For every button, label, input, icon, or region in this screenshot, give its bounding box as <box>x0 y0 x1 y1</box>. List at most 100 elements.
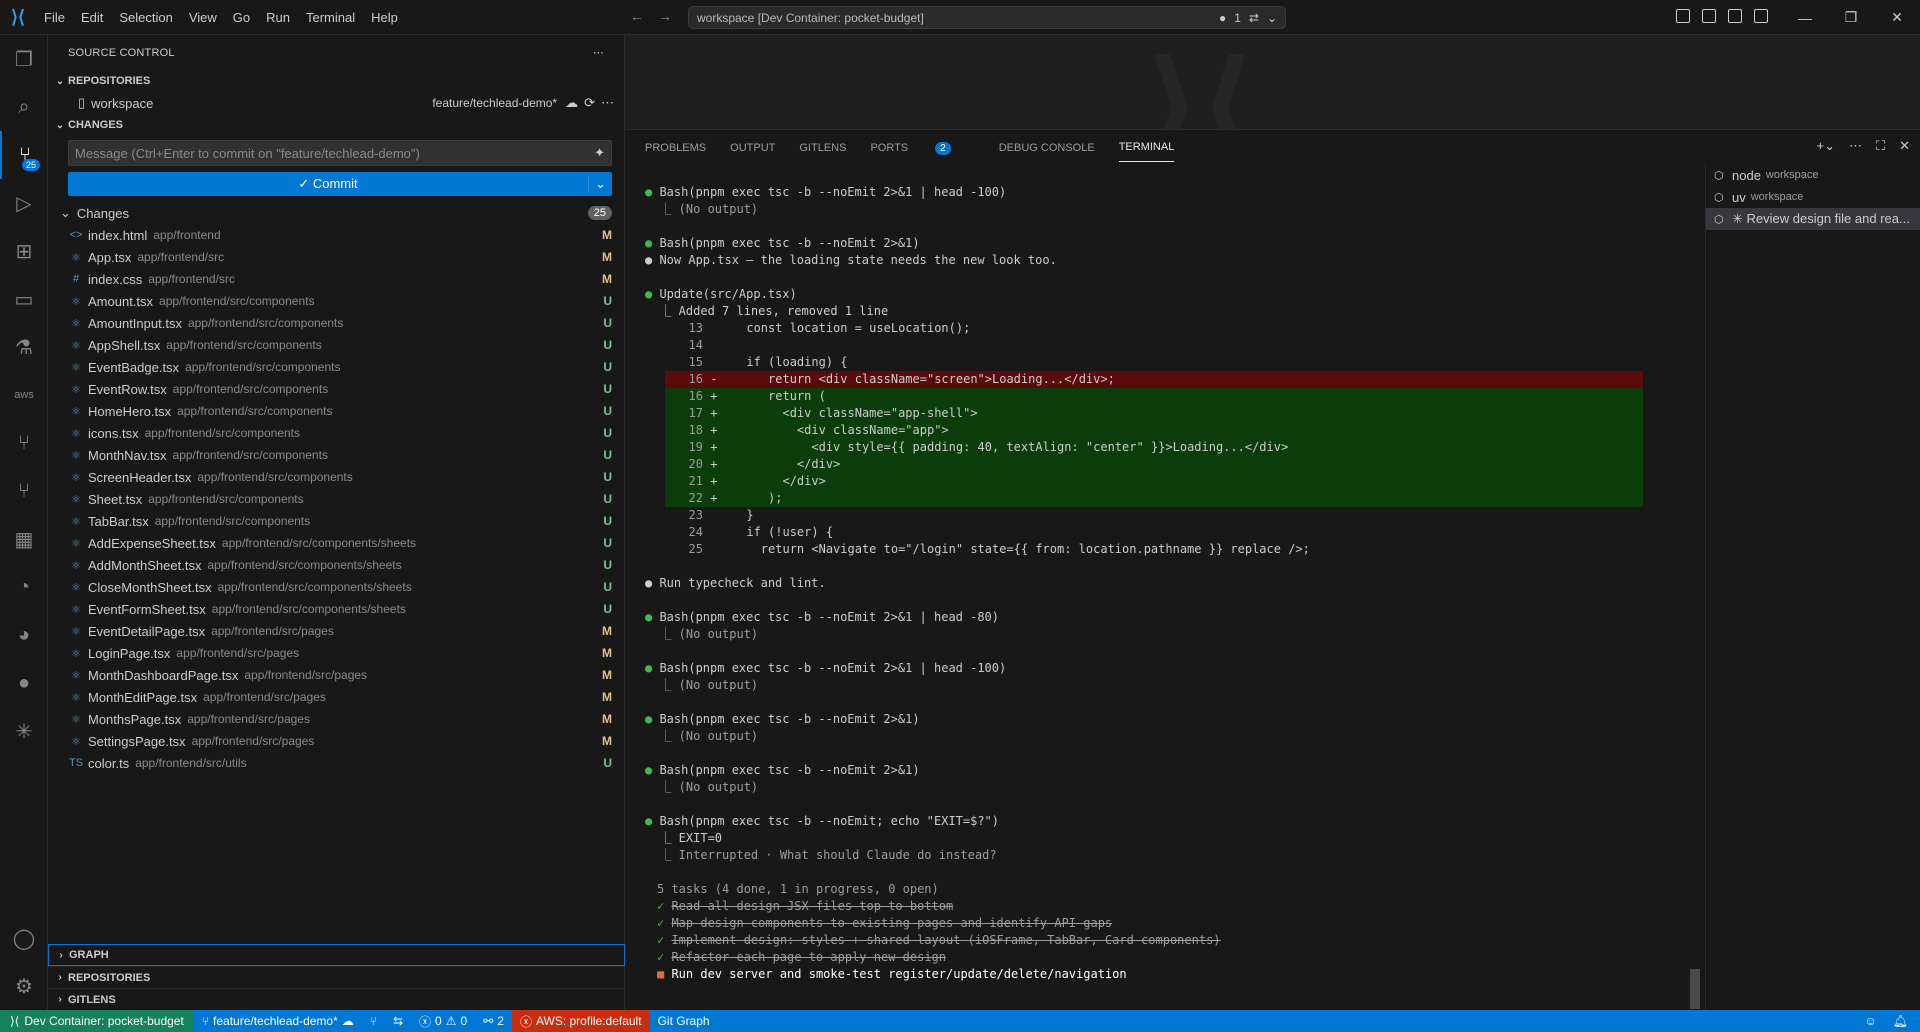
commit-dropdown-icon[interactable]: ⌄ <box>588 176 612 192</box>
claude-icon[interactable]: ✳ <box>0 707 48 755</box>
toggle-secondary-sidebar-icon[interactable] <box>1754 9 1768 23</box>
testing-icon[interactable]: ⚗ <box>0 323 48 371</box>
explorer-icon[interactable]: ❐ <box>0 35 48 83</box>
repositories-bottom-header[interactable]: › REPOSITORIES <box>48 966 625 988</box>
gitlens-inspect-icon[interactable]: ⑂ <box>0 467 48 515</box>
close-icon[interactable]: ✕ <box>1874 0 1920 35</box>
remote-indicator[interactable]: ⟩⟨ Dev Container: pocket-budget <box>0 1010 194 1032</box>
terminal-scrollbar[interactable] <box>1690 969 1700 1009</box>
menu-run[interactable]: Run <box>258 0 298 35</box>
branch-indicator[interactable]: ⑂ feature/techlead-demo* ☁ <box>194 1014 362 1028</box>
terminal-item-uv[interactable]: ⬡ uv workspace <box>1706 186 1920 208</box>
changes-section-header[interactable]: ⌄ CHANGES <box>48 114 624 136</box>
changed-file-row[interactable]: ⚛ EventFormSheet.tsx app/frontend/src/comp… <box>48 598 624 620</box>
notifications-bell-icon[interactable]: 🔔︎ <box>1893 1014 1908 1028</box>
aws-profile[interactable]: ⓧ AWS: profile:default <box>511 1010 650 1032</box>
changed-file-row[interactable]: ⚛ Amount.tsx app/frontend/src/components U <box>48 290 624 312</box>
changed-file-row[interactable]: ⚛ Sheet.tsx app/frontend/src/components U <box>48 488 624 510</box>
settings-gear-icon[interactable]: ⚙ <box>0 962 48 1010</box>
command-center[interactable]: workspace [Dev Container: pocket-budget]… <box>688 6 1286 29</box>
repository-row[interactable]: ▯ workspace feature/techlead-demo* ☁ ⟳ ⋯ <box>48 92 624 114</box>
generate-message-icon[interactable]: ✦ <box>594 145 605 161</box>
gitlens-section-header[interactable]: › GITLENS <box>48 988 625 1010</box>
changed-file-row[interactable]: ⚛ ScreenHeader.tsx app/frontend/src/compon… <box>48 466 624 488</box>
menu-help[interactable]: Help <box>363 0 406 35</box>
changed-file-row[interactable]: ⚛ App.tsx app/frontend/src M <box>48 246 624 268</box>
publish-branch-icon[interactable]: ☁ <box>565 95 578 111</box>
changed-file-row[interactable]: ⚛ icons.tsx app/frontend/src/components U <box>48 422 624 444</box>
terminal-item-claude[interactable]: ⬡ ✳ Review design file and rea... <box>1706 208 1920 230</box>
changed-file-row[interactable]: # index.css app/frontend/src M <box>48 268 624 290</box>
changed-file-row[interactable]: ⚛ MonthEditPage.tsx app/frontend/src/pages… <box>48 686 624 708</box>
panel-more-icon[interactable]: ⋯ <box>1849 138 1862 154</box>
restore-icon[interactable]: ❐ <box>1828 0 1874 35</box>
search-icon[interactable]: ⌕ <box>0 83 48 131</box>
changed-file-row[interactable]: ⚛ LoginPage.tsx app/frontend/src/pages M <box>48 642 624 664</box>
source-control-icon[interactable]: ⑂ 25 <box>0 131 48 179</box>
ports-indicator[interactable]: ⚯ 2 <box>475 1014 512 1028</box>
changed-file-row[interactable]: ⚛ EventRow.tsx app/frontend/src/components… <box>48 378 624 400</box>
tab-debug-console[interactable]: DEBUG CONSOLE <box>999 134 1095 162</box>
problems-indicator[interactable]: ⓧ 0 ⚠ 0 <box>411 1013 475 1030</box>
menu-edit[interactable]: Edit <box>73 0 111 35</box>
gitlens-icon[interactable]: ⑂ <box>0 419 48 467</box>
containers-icon[interactable]: ▦ <box>0 515 48 563</box>
git-graph-button[interactable]: Git Graph <box>650 1014 718 1028</box>
forward-arrow-icon[interactable]: → <box>658 8 672 24</box>
new-terminal-icon[interactable]: +⌄ <box>1817 138 1835 154</box>
toggle-panel-icon[interactable] <box>1728 9 1742 23</box>
commit-button[interactable]: ✓ Commit ⌄ <box>68 172 612 196</box>
commit-message-input[interactable]: Message (Ctrl+Enter to commit on "featur… <box>68 140 612 166</box>
copilot-icon[interactable]: ☺ <box>1865 1014 1877 1028</box>
close-panel-icon[interactable]: ✕ <box>1899 138 1910 154</box>
changed-file-row[interactable]: ⚛ TabBar.tsx app/frontend/src/components U <box>48 510 624 532</box>
github-icon[interactable]: ● <box>0 659 48 707</box>
changed-file-row[interactable]: ⚛ MonthDashboardPage.tsx app/frontend/src/… <box>48 664 624 686</box>
tab-problems[interactable]: PROBLEMS <box>645 134 706 162</box>
changed-file-row[interactable]: ⚛ MonthNav.tsx app/frontend/src/components… <box>48 444 624 466</box>
timeline-icon[interactable]: ◕ <box>0 611 48 659</box>
menu-terminal[interactable]: Terminal <box>298 0 363 35</box>
changed-file-row[interactable]: ⚛ HomeHero.tsx app/frontend/src/components… <box>48 400 624 422</box>
changed-file-row[interactable]: ⚛ CloseMonthSheet.tsx app/frontend/src/com… <box>48 576 624 598</box>
git-graph-icon[interactable]: ◔ <box>0 563 48 611</box>
changed-file-row[interactable]: ⚛ EventDetailPage.tsx app/frontend/src/pag… <box>48 620 624 642</box>
menu-view[interactable]: View <box>181 0 225 35</box>
sync-icon[interactable]: ⟳ <box>584 95 595 111</box>
changed-file-row[interactable]: ⚛ SettingsPage.tsx app/frontend/src/pages M <box>48 730 624 752</box>
changed-file-row[interactable]: ⚛ EventBadge.tsx app/frontend/src/componen… <box>48 356 624 378</box>
tab-output[interactable]: OUTPUT <box>730 134 775 162</box>
repo-branch[interactable]: feature/techlead-demo* <box>432 96 557 110</box>
maximize-panel-icon[interactable]: ⛶ <box>1876 138 1885 154</box>
remote-explorer-icon[interactable]: ▭ <box>0 275 48 323</box>
live-share[interactable]: ⇆ <box>385 1014 411 1028</box>
account-icon[interactable]: ◯ <box>0 914 48 962</box>
changed-file-row[interactable]: <> index.html app/frontend M <box>48 224 624 246</box>
chat-icon[interactable]: ⇄ <box>1249 11 1259 25</box>
tab-ports[interactable]: PORTS 2 <box>870 134 974 162</box>
customize-layout-icon[interactable] <box>1676 9 1690 23</box>
changed-file-row[interactable]: ⚛ MonthsPage.tsx app/frontend/src/pages M <box>48 708 624 730</box>
more-actions-icon[interactable]: ⋯ <box>593 46 604 59</box>
tab-terminal[interactable]: TERMINAL <box>1118 133 1175 162</box>
sync-status[interactable]: ⑂ <box>362 1014 385 1028</box>
aws-icon[interactable]: aws <box>0 371 48 419</box>
repo-more-icon[interactable]: ⋯ <box>601 95 614 111</box>
graph-section-header[interactable]: › GRAPH <box>48 944 625 966</box>
changes-group-header[interactable]: ⌄ Changes 25 <box>48 202 624 224</box>
extensions-icon[interactable]: ⊞ <box>0 227 48 275</box>
menu-go[interactable]: Go <box>225 0 258 35</box>
changed-file-row[interactable]: TS color.ts app/frontend/src/utils U <box>48 752 624 774</box>
changed-file-row[interactable]: ⚛ AmountInput.tsx app/frontend/src/compone… <box>48 312 624 334</box>
repositories-section-header[interactable]: ⌄ REPOSITORIES <box>48 70 624 92</box>
tab-gitlens[interactable]: GITLENS <box>799 134 846 162</box>
changed-file-row[interactable]: ⚛ AppShell.tsx app/frontend/src/components… <box>48 334 624 356</box>
menu-file[interactable]: File <box>36 0 73 35</box>
changed-file-row[interactable]: ⚛ AddExpenseSheet.tsx app/frontend/src/com… <box>48 532 624 554</box>
minimize-icon[interactable]: — <box>1782 0 1828 35</box>
toggle-sidebar-icon[interactable] <box>1702 9 1716 23</box>
back-arrow-icon[interactable]: ← <box>630 8 644 24</box>
run-debug-icon[interactable]: ▷ <box>0 179 48 227</box>
terminal-item-node[interactable]: ⬡ node workspace <box>1706 164 1920 186</box>
changed-file-row[interactable]: ⚛ AddMonthSheet.tsx app/frontend/src/compo… <box>48 554 624 576</box>
